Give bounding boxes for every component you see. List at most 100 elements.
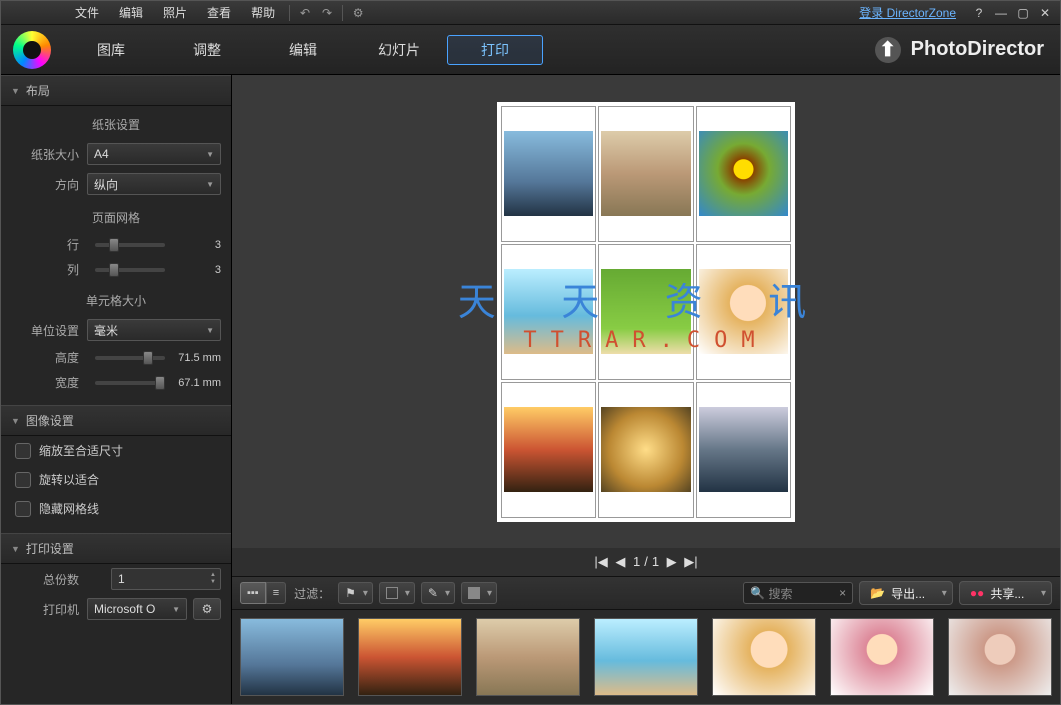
bottom-toolbar: ▪▪▪ ≡ 过滤： ⚑ ✎ 🔍 搜索 × 📂导出... ●●共享...: [232, 576, 1060, 610]
grid-cell[interactable]: [696, 382, 791, 518]
filmstrip-item[interactable]: [358, 618, 462, 696]
export-icon: 📂: [870, 586, 885, 600]
checkbox-rotate[interactable]: 旋转以适合: [1, 465, 231, 494]
search-input[interactable]: 🔍 搜索 ×: [743, 582, 853, 604]
sidebar: ▼布局 纸张设置 纸张大小 A4 方向 纵向 页面网格 行 3 列 3 单元格大…: [1, 75, 232, 704]
filmstrip-item[interactable]: [476, 618, 580, 696]
select-unit[interactable]: 毫米: [87, 319, 221, 341]
section-paper: 纸张设置: [1, 106, 231, 139]
grid-cell[interactable]: [501, 382, 596, 518]
grid-cell[interactable]: [501, 106, 596, 242]
pager-next-icon[interactable]: ▶: [667, 554, 677, 569]
filmstrip-item[interactable]: [594, 618, 698, 696]
pager-total: 1: [652, 554, 659, 569]
share-button[interactable]: ●●共享...: [959, 581, 1052, 605]
grid-cell[interactable]: [598, 106, 693, 242]
color-swatch-icon: [468, 587, 480, 599]
filter-brush[interactable]: ✎: [421, 582, 455, 604]
value-height: 71.5 mm: [173, 352, 221, 364]
grid-cell[interactable]: [598, 382, 693, 518]
slider-height[interactable]: [95, 356, 165, 360]
brand-logo: ⬆ PhotoDirector: [875, 37, 1060, 63]
pager-current: 1: [633, 554, 640, 569]
clear-search-icon[interactable]: ×: [839, 586, 846, 600]
view-list-icon[interactable]: ≡: [266, 582, 286, 604]
label-unit: 单位设置: [11, 322, 87, 339]
settings-icon[interactable]: ⚙: [347, 4, 369, 22]
label-copies: 总份数: [11, 571, 87, 588]
section-cell: 单元格大小: [1, 282, 231, 315]
tab-adjust[interactable]: 调整: [159, 34, 255, 66]
tab-print[interactable]: 打印: [447, 35, 543, 65]
main-panel: 天 天 资 讯 TTRAR.COM |◀ ◀ 1/1 ▶ ▶| ▪▪▪ ≡ 过滤…: [232, 75, 1060, 704]
slider-rows[interactable]: [95, 243, 165, 247]
upload-icon[interactable]: ⬆: [875, 37, 901, 63]
pager-first-icon[interactable]: |◀: [594, 554, 607, 569]
filter-color[interactable]: [461, 582, 497, 604]
close-icon[interactable]: ✕: [1036, 6, 1054, 20]
square-icon: [386, 587, 398, 599]
grid-cell[interactable]: [501, 244, 596, 380]
menu-file[interactable]: 文件: [65, 2, 109, 23]
tab-library[interactable]: 图库: [63, 34, 159, 66]
filmstrip-item[interactable]: [830, 618, 934, 696]
print-page: [497, 102, 795, 522]
filmstrip-item[interactable]: [948, 618, 1052, 696]
value-cols: 3: [173, 264, 221, 276]
grid-cell[interactable]: [598, 244, 693, 380]
label-paper-size: 纸张大小: [11, 146, 87, 163]
pager: |◀ ◀ 1/1 ▶ ▶|: [232, 548, 1060, 576]
checkbox-fit[interactable]: 缩放至合适尺寸: [1, 436, 231, 465]
select-orientation[interactable]: 纵向: [87, 173, 221, 195]
value-width: 67.1 mm: [173, 377, 221, 389]
tab-slideshow[interactable]: 幻灯片: [351, 34, 447, 66]
section-grid: 页面网格: [1, 199, 231, 232]
grid-cell[interactable]: [696, 106, 791, 242]
panel-layout[interactable]: ▼布局: [1, 75, 231, 106]
label-cols: 列: [11, 261, 87, 278]
filter-flag[interactable]: ⚑: [338, 582, 373, 604]
flag-icon: ⚑: [345, 586, 356, 600]
view-grid-icon[interactable]: ▪▪▪: [240, 582, 266, 604]
filmstrip: [232, 610, 1060, 704]
menu-view[interactable]: 查看: [197, 2, 241, 23]
login-link[interactable]: 登录 DirectorZone: [859, 4, 956, 21]
pager-prev-icon[interactable]: ◀: [615, 554, 625, 569]
preview-area: 天 天 资 讯 TTRAR.COM: [232, 75, 1060, 548]
pager-last-icon[interactable]: ▶|: [684, 554, 697, 569]
label-width: 宽度: [11, 374, 87, 391]
menu-edit[interactable]: 编辑: [109, 2, 153, 23]
filmstrip-item[interactable]: [712, 618, 816, 696]
printer-settings-icon[interactable]: ⚙: [193, 598, 221, 620]
filmstrip-item[interactable]: [240, 618, 344, 696]
tab-edit[interactable]: 编辑: [255, 34, 351, 66]
maximize-icon[interactable]: ▢: [1014, 6, 1032, 20]
redo-icon[interactable]: ↷: [316, 4, 338, 22]
label-rows: 行: [11, 236, 87, 253]
undo-icon[interactable]: ↶: [294, 4, 316, 22]
menu-help[interactable]: 帮助: [241, 2, 285, 23]
export-button[interactable]: 📂导出...: [859, 581, 953, 605]
filter-label: 过滤：: [294, 585, 330, 602]
select-paper-size[interactable]: A4: [87, 143, 221, 165]
grid-cell[interactable]: [696, 244, 791, 380]
app-logo: [1, 25, 63, 75]
search-icon: 🔍: [750, 586, 765, 600]
slider-cols[interactable]: [95, 268, 165, 272]
menu-photo[interactable]: 照片: [153, 2, 197, 23]
label-height: 高度: [11, 349, 87, 366]
spinner-copies[interactable]: 1: [111, 568, 221, 590]
label-printer: 打印机: [11, 601, 87, 618]
filter-label-dd[interactable]: [379, 582, 415, 604]
help-icon[interactable]: ?: [970, 6, 988, 20]
panel-image[interactable]: ▼图像设置: [1, 405, 231, 436]
value-rows: 3: [173, 239, 221, 251]
brush-icon: ✎: [428, 586, 438, 600]
select-printer[interactable]: Microsoft O: [87, 598, 187, 620]
checkbox-hide-grid[interactable]: 隐藏网格线: [1, 494, 231, 523]
panel-print[interactable]: ▼打印设置: [1, 533, 231, 564]
minimize-icon[interactable]: —: [992, 6, 1010, 20]
share-icon: ●●: [970, 586, 985, 600]
slider-width[interactable]: [95, 381, 165, 385]
menubar: 文件 编辑 照片 查看 帮助 ↶ ↷ ⚙ 登录 DirectorZone ? —…: [1, 1, 1060, 25]
